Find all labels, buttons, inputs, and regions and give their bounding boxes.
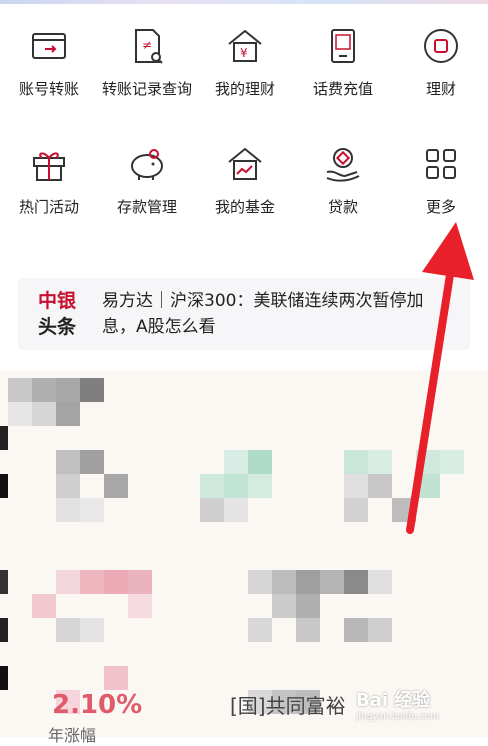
pixelated-content-area <box>0 370 488 737</box>
menu-item-transfer-records[interactable]: ≠ 转账记录查询 <box>98 22 196 100</box>
menu-item-hot-activities[interactable]: 热门活动 <box>0 140 98 218</box>
menu-item-deposit-management[interactable]: 存款管理 <box>98 140 196 218</box>
gift-icon <box>33 152 65 181</box>
more-grid-icon <box>426 149 456 179</box>
news-headline-text: 易方达｜沪深300：美联储连续两次暂停加息，A股怎么看 <box>102 291 424 337</box>
menu-label: 我的基金 <box>214 198 275 216</box>
fund-chart-icon <box>228 147 262 180</box>
menu-item-loans[interactable]: 贷款 <box>294 140 392 218</box>
partial-return-rate: 2.10% <box>52 690 143 720</box>
svg-text:≠: ≠ <box>142 38 152 52</box>
transfer-card-icon <box>32 33 66 59</box>
menu-item-finance[interactable]: 理财 <box>392 22 488 100</box>
menu-label: 账号转账 <box>18 80 79 98</box>
menu-item-more[interactable]: 更多 <box>392 140 488 218</box>
partial-product-title: [国]共同富裕 <box>230 694 346 718</box>
news-headline-banner[interactable]: 中银 头条 易方达｜沪深300：美联储连续两次暂停加息，A股怎么看 <box>18 278 470 350</box>
menu-item-account-transfer[interactable]: 账号转账 <box>0 22 98 100</box>
quick-menu-row-2: 热门活动 存款管理 我的基金 贷款 更多 <box>0 140 488 250</box>
menu-label: 转账记录查询 <box>102 80 193 98</box>
wealth-house-icon: ¥ <box>228 29 262 62</box>
top-gradient-bar <box>0 0 488 4</box>
menu-item-my-wealth[interactable]: ¥ 我的理财 <box>196 22 294 100</box>
quick-menu-row-1: 账号转账 ≠ 转账记录查询 ¥ 我的理财 话费充值 理财 <box>0 22 488 132</box>
menu-item-phone-recharge[interactable]: 话费充值 <box>294 22 392 100</box>
menu-label: 理财 <box>425 80 456 98</box>
news-logo-line1: 中银 <box>38 290 77 312</box>
menu-label: 存款管理 <box>116 198 177 216</box>
phone-recharge-icon <box>331 29 355 63</box>
menu-label: 贷款 <box>327 198 358 216</box>
menu-item-my-funds[interactable]: 我的基金 <box>196 140 294 218</box>
watermark: Bai 经验 jingyan.baidu.com <box>356 686 466 730</box>
news-logo: 中银 头条 <box>38 288 88 340</box>
watermark-main: Bai 经验 <box>356 690 431 711</box>
loan-hand-icon <box>326 148 360 182</box>
menu-label: 话费充值 <box>312 80 373 98</box>
finance-circle-icon <box>424 29 458 63</box>
menu-label: 热门活动 <box>18 198 79 216</box>
piggy-bank-icon <box>131 149 163 180</box>
menu-label: 我的理财 <box>214 80 275 98</box>
menu-label: 更多 <box>425 198 456 216</box>
partial-return-label: 年涨幅 <box>48 726 97 745</box>
transfer-record-icon: ≠ <box>135 29 163 64</box>
watermark-sub: jingyan.baidu.com <box>356 712 440 722</box>
news-logo-line2: 头条 <box>38 316 77 338</box>
svg-text:¥: ¥ <box>240 46 248 60</box>
